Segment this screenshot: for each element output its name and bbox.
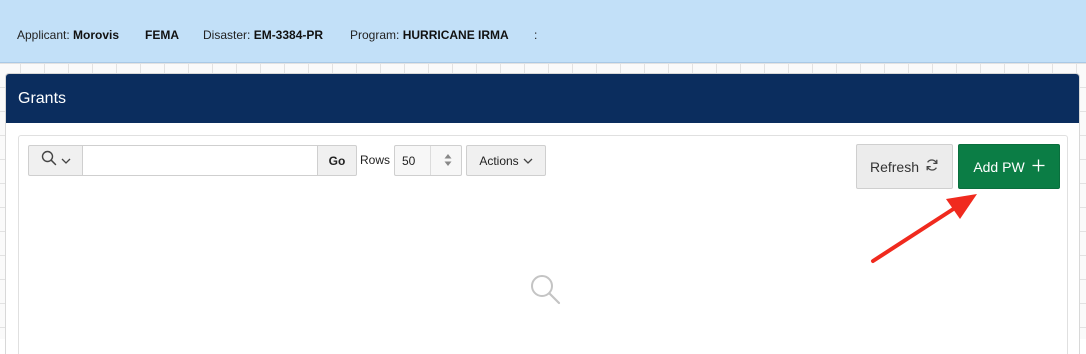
refresh-label: Refresh [869,158,920,175]
actions-menu-button[interactable]: Actions [466,145,546,176]
disaster-label: Disaster: [203,28,251,42]
chevron-down-icon [523,154,533,168]
disaster-value: EM-3384-PR [253,28,324,42]
report-body: Go Rows 50 Actions Refresh Add PW [18,135,1068,354]
search-column-button[interactable] [28,145,83,176]
plus-icon [1032,159,1045,175]
add-pw-button[interactable]: Add PW [958,144,1060,189]
search-input[interactable] [83,145,317,176]
select-arrows-icon [444,153,452,167]
refresh-icon [925,158,939,175]
trailing-separator: : [534,28,538,42]
chevron-down-icon [61,152,71,170]
applicant-info: Applicant: Morovis [17,28,119,42]
program-value: HURRICANE IRMA [402,28,509,42]
rows-label: Rows [360,153,391,167]
applicant-label: Applicant: [17,28,70,42]
disaster-info: Disaster: EM-3384-PR [203,28,323,42]
program-label: Program: [350,28,400,42]
agency-info: FEMA [145,28,179,42]
agency-value: FEMA [145,28,179,42]
select-divider [430,146,431,175]
region-title: Grants [18,90,67,107]
applicant-value: Morovis [73,28,120,42]
search-bar: Go [28,145,357,176]
empty-state-search-icon [529,273,563,312]
add-pw-label: Add PW [973,158,1025,175]
grants-region: Grants Go Rows 50 Actions Refresh Add PW [6,74,1079,354]
region-header: Grants [6,74,1079,123]
search-icon [41,150,57,171]
rows-per-page-select[interactable]: 50 [394,145,462,176]
context-info-bar: Applicant: Morovis FEMA Disaster: EM-338… [0,0,1086,63]
go-button[interactable]: Go [317,145,357,176]
program-info: Program: HURRICANE IRMA [350,28,509,42]
rows-value: 50 [402,153,416,168]
actions-label: Actions [479,153,519,168]
refresh-button[interactable]: Refresh [856,144,953,189]
